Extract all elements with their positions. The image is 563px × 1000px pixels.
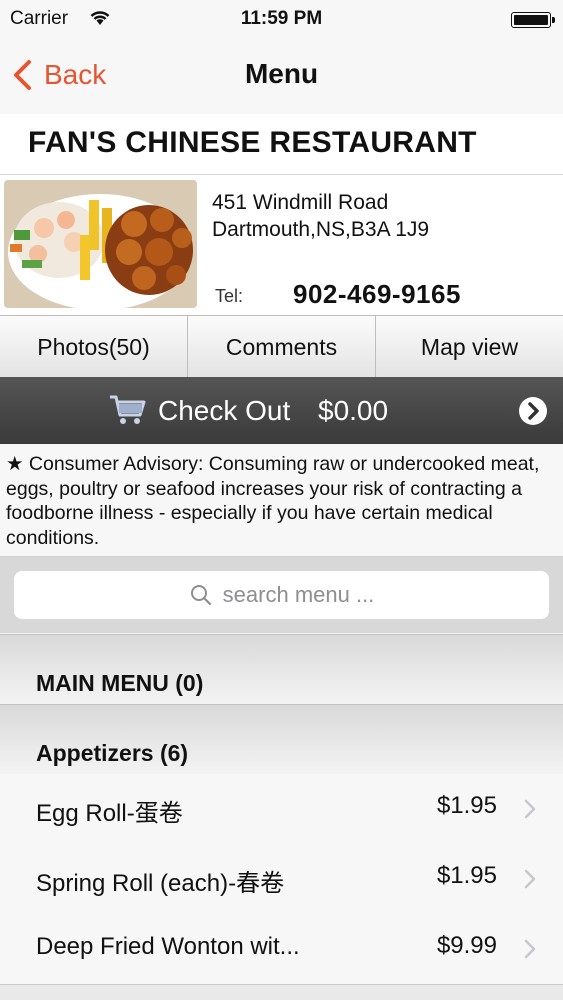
page-title: Menu <box>244 58 319 89</box>
section-appetizers[interactable]: Appetizers (6) <box>0 704 563 775</box>
navigation-bar: Back Menu <box>0 38 563 115</box>
menu-item-name: Egg Roll-蛋卷 <box>36 800 183 827</box>
checkout-label: Check Out <box>158 395 291 426</box>
restaurant-photo[interactable] <box>4 180 197 308</box>
tab-map-view[interactable]: Map view <box>376 316 563 378</box>
chevron-right-icon <box>524 939 536 959</box>
chevron-right-icon <box>524 869 536 889</box>
checkout-amount: $0.00 <box>318 395 389 426</box>
section-main-menu[interactable]: MAIN MENU (0) <box>0 634 563 705</box>
menu-item-row[interactable]: Spring Roll (each)-春卷 $1.95 <box>0 844 563 915</box>
menu-item-name: Spring Roll (each)-春卷 <box>36 870 285 897</box>
section-label: Appetizers (6) <box>36 740 189 766</box>
menu-item-price: $9.99 <box>436 932 497 959</box>
search-placeholder: search menu ... <box>222 582 375 607</box>
battery-icon <box>511 12 555 28</box>
restaurant-name: FAN'S CHINESE RESTAURANT <box>28 126 477 159</box>
address-line-1: 451 Windmill Road <box>212 191 389 214</box>
tel-label: Tel: <box>215 286 244 306</box>
restaurant-header: FAN'S CHINESE RESTAURANT <box>0 114 563 175</box>
tab-photos[interactable]: Photos(50) <box>0 316 188 378</box>
info-tabs: Photos(50) Comments Map view <box>0 315 563 379</box>
chevron-right-icon <box>524 799 536 819</box>
menu-item-row[interactable]: Egg Roll-蛋卷 $1.95 <box>0 774 563 845</box>
search-input[interactable]: search menu ... <box>14 571 549 619</box>
consumer-advisory: ★ Consumer Advisory: Consuming raw or un… <box>0 444 563 557</box>
status-bar: Carrier 11:59 PM <box>0 0 563 38</box>
section-label: MAIN MENU (0) <box>36 670 204 696</box>
clock: 11:59 PM <box>240 8 323 29</box>
menu-item-name: Deep Fried Wonton wit... <box>36 933 300 960</box>
menu-item-price: $1.95 <box>436 792 497 819</box>
shopping-cart-icon <box>108 393 146 432</box>
search-icon <box>190 585 211 606</box>
list-bottom <box>0 985 563 1000</box>
restaurant-info: 451 Windmill Road Dartmouth,NS,B3A 1J9 T… <box>0 175 563 315</box>
menu-item-price: $1.95 <box>436 862 497 889</box>
menu-item-row[interactable]: Deep Fried Wonton wit... $9.99 <box>0 914 563 985</box>
search-bar: search menu ... <box>0 557 563 633</box>
address-line-2: Dartmouth,NS,B3A 1J9 <box>212 218 430 241</box>
chevron-right-circle-icon <box>519 397 547 425</box>
phone-number[interactable]: 902-469-9165 <box>293 279 461 310</box>
checkout-button[interactable]: Check Out $0.00 <box>0 377 563 444</box>
advisory-text: ★ Consumer Advisory: Consuming raw or un… <box>6 453 540 549</box>
tab-comments[interactable]: Comments <box>188 316 376 378</box>
